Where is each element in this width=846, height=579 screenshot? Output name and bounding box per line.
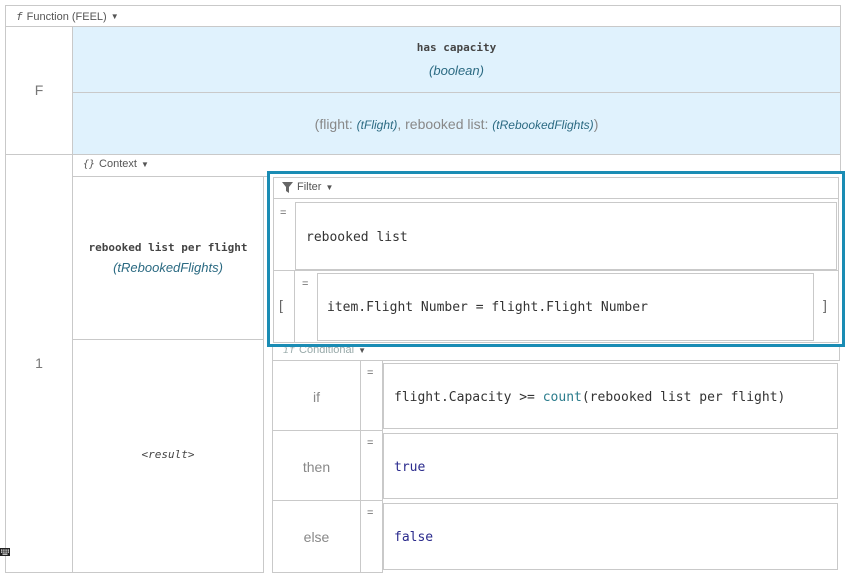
decision-name: has capacity bbox=[416, 41, 497, 54]
then-label-cell: then bbox=[272, 431, 361, 501]
filter-icon bbox=[282, 181, 293, 193]
if-expression-cell[interactable]: flight.Capacity >= count(rebooked list p… bbox=[383, 363, 838, 429]
row-header-function: F bbox=[5, 27, 73, 155]
param-separator: , bbox=[397, 116, 406, 132]
if-label-cell: if bbox=[272, 361, 361, 431]
chevron-down-icon[interactable]: ▼ bbox=[111, 12, 119, 21]
context-entry-name: rebooked list per flight bbox=[88, 241, 248, 254]
else-expression: false bbox=[394, 530, 434, 545]
then-expression: true bbox=[394, 460, 426, 475]
function-icon: f bbox=[16, 10, 23, 23]
then-expression-cell[interactable]: true bbox=[383, 433, 838, 499]
context-icon: {} bbox=[83, 158, 96, 170]
result-cell[interactable]: <result> bbox=[73, 340, 264, 573]
row-label-f: F bbox=[34, 82, 44, 98]
if-expr-post: (rebooked list per flight) bbox=[581, 390, 786, 405]
paren-close: ) bbox=[593, 116, 599, 132]
parameters-text: (flight: (tFlight), rebooked list: (tReb… bbox=[73, 116, 840, 132]
then-eq: = bbox=[367, 437, 374, 449]
decision-type: (boolean) bbox=[429, 63, 484, 78]
filter-expression-cell[interactable]: rebooked list bbox=[295, 202, 837, 270]
filter-label: Filter bbox=[297, 181, 322, 193]
chevron-down-icon[interactable]: ▼ bbox=[325, 183, 333, 192]
function-header[interactable]: f Function (FEEL) ▼ bbox=[5, 5, 841, 27]
else-eq-cell: = bbox=[361, 501, 383, 573]
if-expression: flight.Capacity >= count(rebooked list p… bbox=[394, 390, 785, 405]
then-label: then bbox=[302, 459, 331, 475]
context-entry-type: (tRebookedFlights) bbox=[113, 260, 223, 275]
filter-condition: item.Flight Number = flight.Flight Numbe… bbox=[327, 300, 648, 315]
filter-open-bracket: [ bbox=[279, 297, 283, 313]
filter-bracket-divider-left bbox=[294, 271, 295, 342]
filter-condition-eq: = bbox=[302, 278, 309, 290]
keyboard-icon[interactable] bbox=[0, 544, 10, 556]
filter-expression: rebooked list bbox=[306, 230, 408, 245]
filter-selection[interactable]: Filter ▼ = rebooked list [ = item.Flight… bbox=[267, 171, 845, 347]
param-flight-name: flight: bbox=[319, 116, 357, 132]
filter-close-bracket: ] bbox=[823, 297, 827, 313]
row-header-1: 1 bbox=[5, 155, 73, 573]
if-eq-cell: = bbox=[361, 361, 383, 431]
else-expression-cell[interactable]: false bbox=[383, 503, 838, 570]
context-label: Context bbox=[99, 158, 137, 170]
filter-divider bbox=[273, 270, 839, 271]
result-label: <result> bbox=[141, 448, 195, 461]
if-label: if bbox=[313, 389, 320, 405]
else-label-cell: else bbox=[272, 501, 361, 573]
if-expr-fn: count bbox=[542, 390, 582, 405]
then-eq-cell: = bbox=[361, 431, 383, 501]
context-entry-name-cell[interactable]: rebooked list per flight (tRebookedFligh… bbox=[73, 177, 264, 340]
else-label: else bbox=[303, 529, 330, 545]
if-expr-pre: flight.Capacity >= bbox=[394, 390, 543, 405]
function-kind-label: Function (FEEL) bbox=[26, 10, 107, 23]
filter-condition-cell[interactable]: item.Flight Number = flight.Flight Numbe… bbox=[317, 273, 814, 341]
param-flight-type: (tFlight) bbox=[356, 118, 398, 132]
else-eq: = bbox=[367, 507, 374, 519]
filter-expression-eq: = bbox=[280, 207, 287, 219]
param-rebooked-type: (tRebookedFlights) bbox=[492, 118, 594, 132]
if-eq: = bbox=[367, 367, 374, 379]
decision-header[interactable]: has capacity (boolean) bbox=[73, 27, 841, 93]
filter-header[interactable]: Filter ▼ bbox=[273, 177, 839, 199]
row-number: 1 bbox=[35, 355, 43, 371]
chevron-down-icon[interactable]: ▼ bbox=[141, 160, 149, 169]
param-rebooked-name: rebooked list: bbox=[405, 116, 493, 132]
parameters-row[interactable]: (flight: (tFlight), rebooked list: (tReb… bbox=[73, 93, 841, 155]
